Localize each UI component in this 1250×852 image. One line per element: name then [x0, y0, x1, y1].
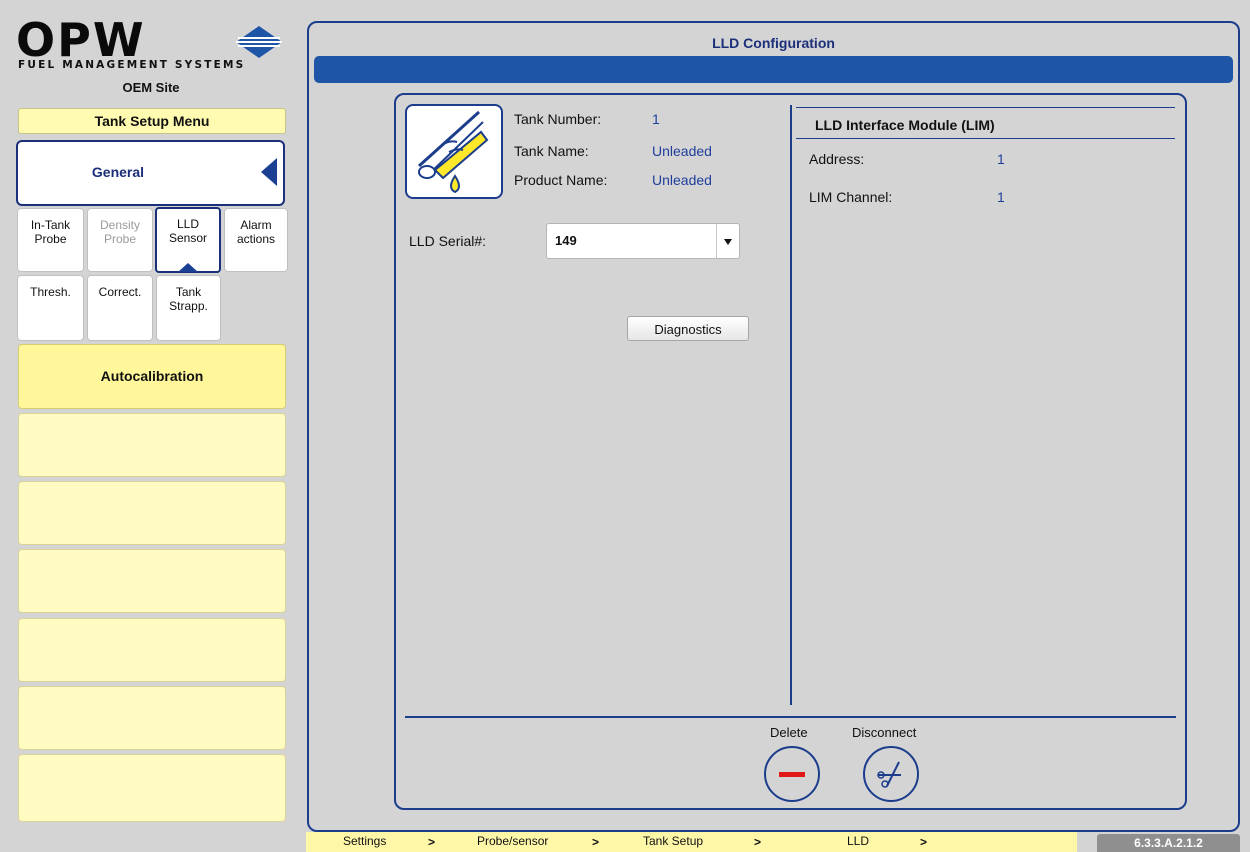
breadcrumb-probe-sensor[interactable]: Probe/sensor [477, 834, 548, 848]
tab-lld-sensor[interactable]: LLD Sensor [155, 207, 221, 273]
disconnect-label: Disconnect [852, 725, 917, 740]
lld-sensor-icon [417, 110, 489, 194]
disconnect-button[interactable] [863, 746, 919, 802]
diagnostics-button[interactable]: Diagnostics [627, 316, 749, 341]
lim-channel-value: 1 [997, 189, 1005, 205]
breadcrumb-settings[interactable]: Settings [343, 834, 386, 848]
tab-alarm-actions[interactable]: Alarm actions [224, 208, 288, 272]
autocalibration-button[interactable]: Autocalibration [18, 344, 286, 409]
delete-button[interactable] [764, 746, 820, 802]
opw-logo: OPW FUEL MANAGEMENT SYSTEMS [16, 13, 291, 76]
tank-name-value: Unleaded [652, 143, 712, 159]
vertical-divider [790, 105, 792, 705]
lim-top-rule [796, 107, 1175, 108]
minus-icon [779, 772, 805, 777]
version-label: 6.3.3.A.2.1.2 [1097, 834, 1240, 852]
lim-section-title: LLD Interface Module (LIM) [815, 117, 995, 133]
triangle-left-icon [261, 158, 277, 186]
breadcrumb-separator: > [754, 835, 762, 849]
tank-number-label: Tank Number: [514, 111, 602, 127]
tank-number-value: 1 [652, 111, 660, 127]
tab-density-probe[interactable]: Density Probe [87, 208, 153, 272]
tab-thresholds[interactable]: Thresh. [17, 275, 84, 341]
lld-serial-value: 149 [555, 233, 577, 248]
tab-label-line1: Thresh. [30, 285, 71, 299]
lld-serial-label: LLD Serial#: [409, 233, 487, 249]
lim-channel-label: LIM Channel: [809, 189, 893, 205]
title-bar [314, 56, 1233, 83]
breadcrumb: Settings > Probe/sensor > Tank Setup > L… [306, 832, 1077, 852]
tab-tank-strapping[interactable]: Tank Strapp. [156, 275, 221, 341]
empty-menu-slot [18, 481, 286, 545]
tab-label-line2: actions [236, 232, 276, 246]
tab-label-line1: Density [99, 218, 140, 232]
tab-label-line2: Probe [34, 232, 67, 246]
lim-title-rule [796, 138, 1175, 139]
delete-label: Delete [770, 725, 808, 740]
dropdown-arrow-icon[interactable] [716, 224, 739, 258]
empty-menu-slot [18, 686, 286, 750]
tab-label-line2: Strapp. [169, 299, 208, 313]
tab-label-line1: In-Tank [30, 218, 71, 232]
lim-address-value: 1 [997, 151, 1005, 167]
site-name: OEM Site [122, 80, 180, 95]
general-button[interactable]: General [16, 140, 285, 206]
horizontal-divider [405, 716, 1176, 718]
logo-wordmark: OPW [16, 13, 146, 67]
product-name-label: Product Name: [514, 172, 608, 188]
empty-menu-slot [18, 413, 286, 477]
tank-sensor-icon [405, 104, 503, 199]
tab-label-line1: Tank [175, 285, 202, 299]
logo-subtitle: FUEL MANAGEMENT SYSTEMS [18, 59, 246, 71]
tank-name-label: Tank Name: [514, 143, 589, 159]
selected-tab-caret-icon [178, 263, 198, 272]
tab-label-line1: Alarm [240, 218, 272, 232]
tab-in-tank-probe[interactable]: In-Tank Probe [17, 208, 84, 272]
general-label: General [91, 164, 145, 180]
tab-label-line1: LLD [176, 217, 199, 231]
empty-menu-slot [18, 549, 286, 613]
tab-correction[interactable]: Correct. [87, 275, 153, 341]
product-name-value: Unleaded [652, 172, 712, 188]
tab-label-line2: Probe [103, 232, 137, 246]
breadcrumb-lld[interactable]: LLD [847, 834, 869, 848]
empty-menu-slot [18, 754, 286, 822]
page-title: LLD Configuration [712, 35, 835, 51]
breadcrumb-separator: > [920, 835, 928, 849]
lld-serial-select[interactable]: 149 [546, 223, 740, 259]
breadcrumb-separator: > [592, 835, 600, 849]
tab-label-line2: Sensor [168, 231, 208, 245]
empty-menu-slot [18, 618, 286, 682]
tank-setup-menu-header: Tank Setup Menu [18, 108, 286, 134]
scissors-icon [877, 761, 901, 788]
diamond-logo-icon [236, 26, 282, 58]
tab-label-line1: Correct. [98, 285, 142, 299]
breadcrumb-tank-setup[interactable]: Tank Setup [643, 834, 703, 848]
lim-address-label: Address: [809, 151, 865, 167]
breadcrumb-separator: > [428, 835, 436, 849]
